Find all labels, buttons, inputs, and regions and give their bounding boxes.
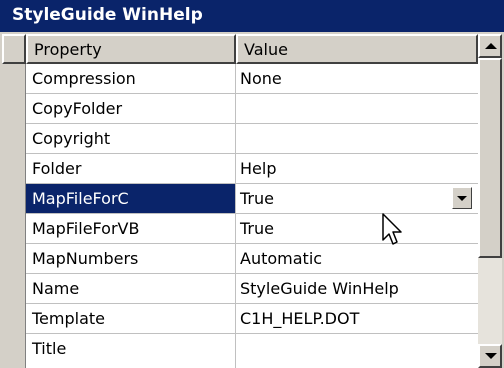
column-header-value[interactable]: Value	[236, 34, 478, 64]
table-row[interactable]: Folder Help	[26, 154, 478, 184]
window-title: StyleGuide WinHelp	[12, 5, 203, 25]
scroll-down-button[interactable]	[478, 344, 502, 368]
mouse-pointer-icon	[382, 213, 402, 245]
property-value-dropdown[interactable]: True	[236, 184, 478, 213]
arrow-up-icon	[485, 43, 497, 49]
table-row[interactable]: Name StyleGuide WinHelp	[26, 274, 478, 304]
table-row[interactable]: Template C1H_HELP.DOT	[26, 304, 478, 334]
chevron-down-icon	[457, 196, 467, 201]
property-name: MapNumbers	[26, 244, 236, 273]
property-value[interactable]: True	[236, 214, 478, 243]
column-header-property-label: Property	[34, 40, 102, 59]
title-bar: StyleGuide WinHelp	[0, 0, 504, 32]
property-name: CopyFolder	[26, 94, 236, 123]
row-header-gutter	[2, 64, 26, 368]
property-name: Name	[26, 274, 236, 303]
property-name: Compression	[26, 64, 236, 93]
property-value[interactable]	[236, 124, 478, 153]
property-value[interactable]: Help	[236, 154, 478, 183]
scroll-thumb[interactable]	[478, 58, 502, 258]
property-name: Copyright	[26, 124, 236, 153]
property-name: MapFileForVB	[26, 214, 236, 243]
scroll-up-button[interactable]	[478, 34, 502, 58]
table-row[interactable]: Copyright	[26, 124, 478, 154]
property-value[interactable]	[236, 94, 478, 123]
column-header-value-label: Value	[244, 40, 288, 59]
table-row[interactable]: MapNumbers Automatic	[26, 244, 478, 274]
table-row[interactable]: CopyFolder	[26, 94, 478, 124]
property-value[interactable]: None	[236, 64, 478, 93]
property-name: MapFileForC	[26, 184, 236, 213]
arrow-down-icon	[485, 353, 497, 359]
vertical-scrollbar[interactable]	[478, 34, 502, 368]
column-header-property[interactable]: Property	[26, 34, 236, 64]
header-corner	[2, 34, 26, 64]
table-row[interactable]: MapFileForVB True	[26, 214, 478, 244]
property-grid: Property Value Compression None CopyFold…	[2, 34, 478, 368]
table-row-selected[interactable]: MapFileForC True	[26, 184, 478, 214]
table-row[interactable]: Compression None	[26, 64, 478, 94]
property-name: Folder	[26, 154, 236, 183]
table-row[interactable]: Title	[26, 334, 478, 368]
property-value[interactable]: C1H_HELP.DOT	[236, 304, 478, 333]
dropdown-button[interactable]	[452, 187, 472, 209]
property-value[interactable]	[236, 334, 478, 363]
property-value[interactable]: Automatic	[236, 244, 478, 273]
property-name: Title	[26, 334, 236, 368]
property-name: Template	[26, 304, 236, 333]
property-value[interactable]: StyleGuide WinHelp	[236, 274, 478, 303]
